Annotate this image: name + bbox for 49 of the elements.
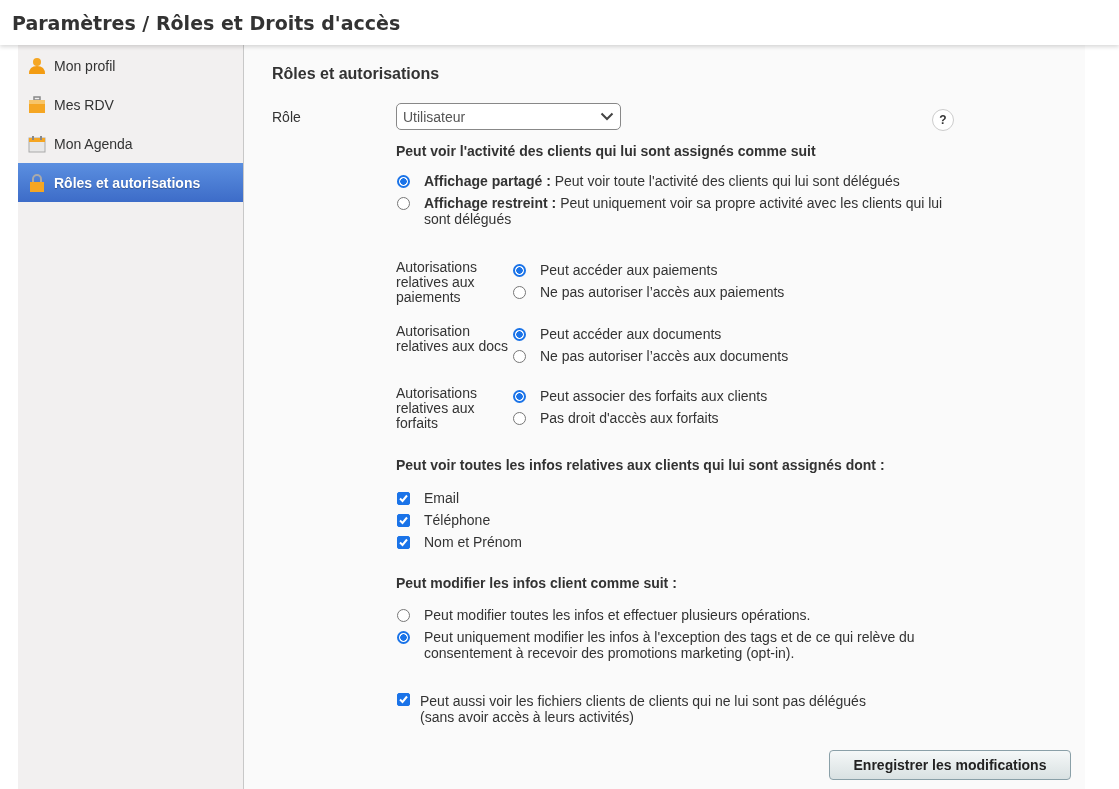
role-dropdown[interactable]: Utilisateur <box>396 103 621 130</box>
section-title: Rôles et autorisations <box>272 65 441 83</box>
radio-button[interactable] <box>513 263 526 277</box>
page-title: Paramètres / Rôles et Droits d'accès <box>12 11 401 34</box>
option-label: Peut accéder aux paiements <box>540 262 718 278</box>
permission-label: Autorisation relatives aux docs <box>396 323 510 356</box>
checkbox-label: Peut aussi voir les fichiers clients de clients qui ne lui sont pas délégués (sans avoir accès à leurs activités) <box>420 693 866 725</box>
sidebar-item[interactable]: Mon profil <box>18 46 243 85</box>
radio-button[interactable] <box>397 197 410 210</box>
sidebar-item[interactable]: Mes RDV <box>18 85 243 124</box>
radio-button[interactable] <box>397 631 410 644</box>
option-label: Peut accéder aux documents <box>540 326 722 342</box>
radio-button[interactable] <box>513 327 526 341</box>
radio-button[interactable] <box>513 349 526 363</box>
radio-button[interactable] <box>513 285 526 299</box>
radio-button[interactable] <box>397 609 410 622</box>
option-label: Peut uniquement modifier les infos à l'exception des tags et de ce qui relève du consentement à recevoir des promotions marketing (opt-in). <box>424 629 916 661</box>
role-label: Rôle <box>272 108 302 125</box>
option-label: Peut modifier toutes les infos et effectuer plusieurs opérations. <box>424 607 811 623</box>
option-label: Ne pas autoriser l’accès aux paiements <box>540 284 785 300</box>
radio-button[interactable] <box>397 175 410 188</box>
chevron-down-icon <box>600 112 614 121</box>
save-button[interactable]: Enregistrer les modifications <box>829 750 1071 780</box>
sidebar-item[interactable]: Mon Agenda <box>18 124 243 163</box>
checkbox[interactable] <box>397 491 410 505</box>
sidebar-item[interactable]: Rôles et autorisations <box>18 163 243 202</box>
option-label: Pas droit d'accès aux forfaits <box>540 410 719 426</box>
section-heading: Peut voir toutes les infos relatives aux clients qui lui sont assignés dont : <box>396 457 886 473</box>
checkbox[interactable] <box>397 693 410 706</box>
help-icon[interactable]: ? <box>932 109 954 131</box>
checkbox[interactable] <box>397 535 410 549</box>
checkbox[interactable] <box>397 513 410 527</box>
lock-icon <box>28 173 46 192</box>
checkbox-label: Téléphone <box>424 512 491 528</box>
option-label: Peut associer des forfaits aux clients <box>540 388 768 404</box>
radio-button[interactable] <box>513 411 526 425</box>
radio-button[interactable] <box>513 389 526 403</box>
option-label: Affichage partagé : Peut voir toute l'activité des clients qui lui sont délégués <box>424 173 900 189</box>
section-heading: Peut modifier les infos client comme suit : <box>396 575 678 591</box>
checkbox-label: Email <box>424 490 459 506</box>
checkbox-label: Nom et Prénom <box>424 534 523 550</box>
option-label: Affichage restreint : Peut uniquement voir sa propre activité avec les clients qui lui sont délégués <box>424 195 944 227</box>
section-heading: Peut voir l'activité des clients qui lui sont assignés comme suit <box>396 143 817 159</box>
briefcase-icon <box>28 95 46 114</box>
person-icon <box>28 56 46 75</box>
calendar-icon <box>28 134 46 153</box>
permission-label: Autorisations relatives aux paiements <box>396 259 478 305</box>
option-label: Ne pas autoriser l’accès aux documents <box>540 348 789 364</box>
permission-label: Autorisations relatives aux forfaits <box>396 385 478 431</box>
